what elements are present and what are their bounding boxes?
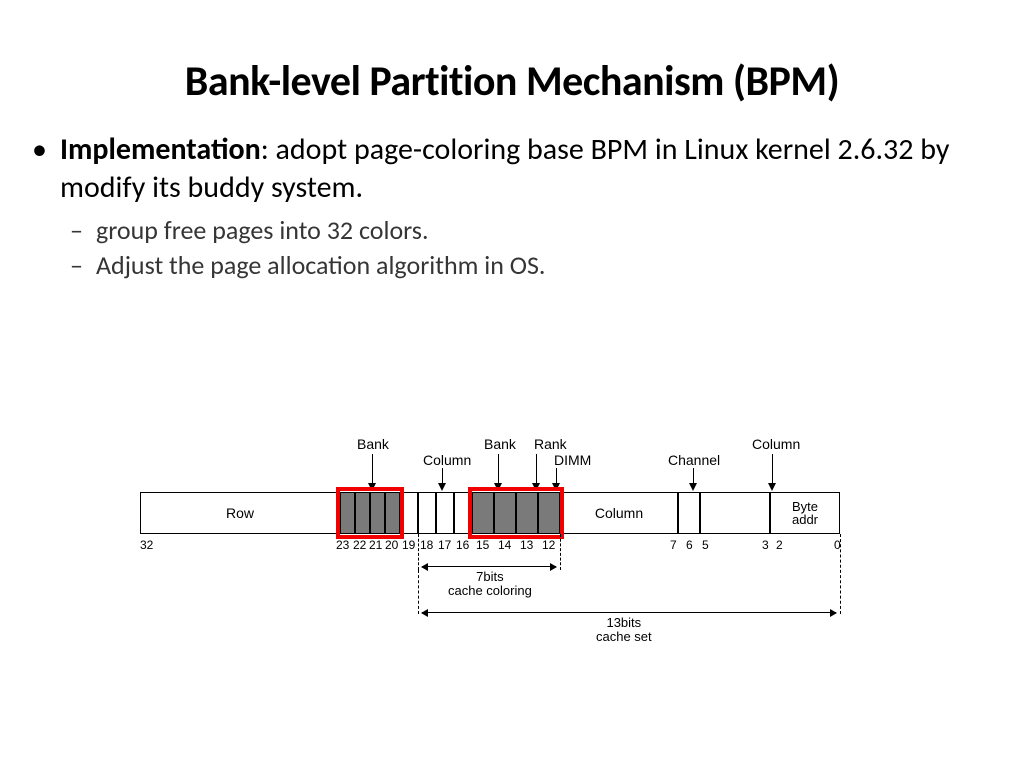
seg-bit-17	[436, 492, 454, 534]
sub-bullet-2: Adjust the page allocation algorithm in …	[96, 249, 982, 282]
seg-bit-21	[370, 492, 385, 534]
address-bit-diagram: Bank Column Bank Rank DIMM Channel Colum…	[140, 430, 880, 690]
bit-num: 2	[776, 538, 783, 552]
label-dimm: DIMM	[554, 452, 591, 468]
span-13bits	[422, 612, 836, 613]
bit-num: 32	[140, 538, 153, 552]
seg-bit-12	[538, 492, 560, 534]
label-bank-2: Bank	[484, 436, 516, 452]
seg-byte-addr: Byteaddr	[770, 492, 840, 534]
seg-bit-18	[418, 492, 436, 534]
slide-body: Implementation: adopt page-coloring base…	[60, 131, 982, 282]
bit-num: 12	[542, 538, 555, 552]
span-7bits	[422, 566, 556, 567]
bit-num: 23	[336, 538, 349, 552]
bit-num: 5	[702, 538, 709, 552]
arrow-down-icon	[689, 483, 697, 491]
seg-bit-19	[400, 492, 418, 534]
arrow-line	[772, 454, 773, 486]
arrow-line	[498, 454, 499, 486]
slide-title: Bank-level Partition Mechanism (BPM)	[0, 56, 1024, 107]
arrow-down-icon	[768, 483, 776, 491]
seg-column: Column	[560, 492, 678, 534]
annot-7bits: 7bitscache coloring	[448, 570, 532, 597]
bullet-implementation: Implementation: adopt page-coloring base…	[60, 131, 982, 282]
bit-numbers: 32 23 22 21 20 19 18 17 16 15 14 13 12 7…	[140, 538, 880, 556]
bit-bar: Row Column Byteaddr	[140, 492, 880, 534]
seg-bit-22	[355, 492, 370, 534]
dashed-line	[418, 570, 419, 614]
arrow-down-icon	[552, 483, 560, 491]
annot-13bits: 13bitscache set	[596, 616, 652, 643]
arrow-line	[536, 454, 537, 486]
bit-num: 16	[456, 538, 469, 552]
label-channel: Channel	[668, 452, 720, 468]
bit-num: 20	[385, 538, 398, 552]
bit-num: 17	[438, 538, 451, 552]
bit-num: 15	[476, 538, 489, 552]
seg-bit-14	[494, 492, 516, 534]
bit-num: 3	[762, 538, 769, 552]
bit-num: 7	[670, 538, 677, 552]
seg-column2	[700, 492, 770, 534]
arrow-down-icon	[532, 483, 540, 491]
seg-bit-16	[454, 492, 472, 534]
bit-num: 14	[498, 538, 511, 552]
arrow-down-icon	[494, 483, 502, 491]
label-bank-1: Bank	[357, 436, 389, 452]
seg-bit-15	[472, 492, 494, 534]
arrow-down-icon	[368, 483, 376, 491]
seg-bit-23	[340, 492, 355, 534]
arrow-line	[372, 454, 373, 486]
bullet-bold: Implementation	[60, 131, 261, 168]
label-column-1: Column	[423, 452, 471, 468]
seg-bit-13	[516, 492, 538, 534]
diagram-top-labels: Bank Column Bank Rank DIMM Channel Colum…	[140, 430, 880, 480]
dashed-line	[418, 534, 419, 570]
bit-num: 13	[520, 538, 533, 552]
dashed-line	[840, 534, 841, 614]
seg-bit-20	[385, 492, 400, 534]
seg-row: Row	[140, 492, 340, 534]
bit-num: 21	[369, 538, 382, 552]
sub-bullet-1: group free pages into 32 colors.	[96, 214, 982, 247]
seg-bit-6	[678, 492, 700, 534]
carch-logo: CARCH	[903, 762, 1002, 768]
label-rank: Rank	[534, 436, 567, 452]
label-column-2: Column	[752, 436, 800, 452]
dashed-line	[560, 534, 561, 570]
bit-num: 19	[402, 538, 415, 552]
bit-num: 22	[353, 538, 366, 552]
arrow-down-icon	[438, 483, 446, 491]
bit-num: 6	[686, 538, 693, 552]
bit-num: 18	[420, 538, 433, 552]
